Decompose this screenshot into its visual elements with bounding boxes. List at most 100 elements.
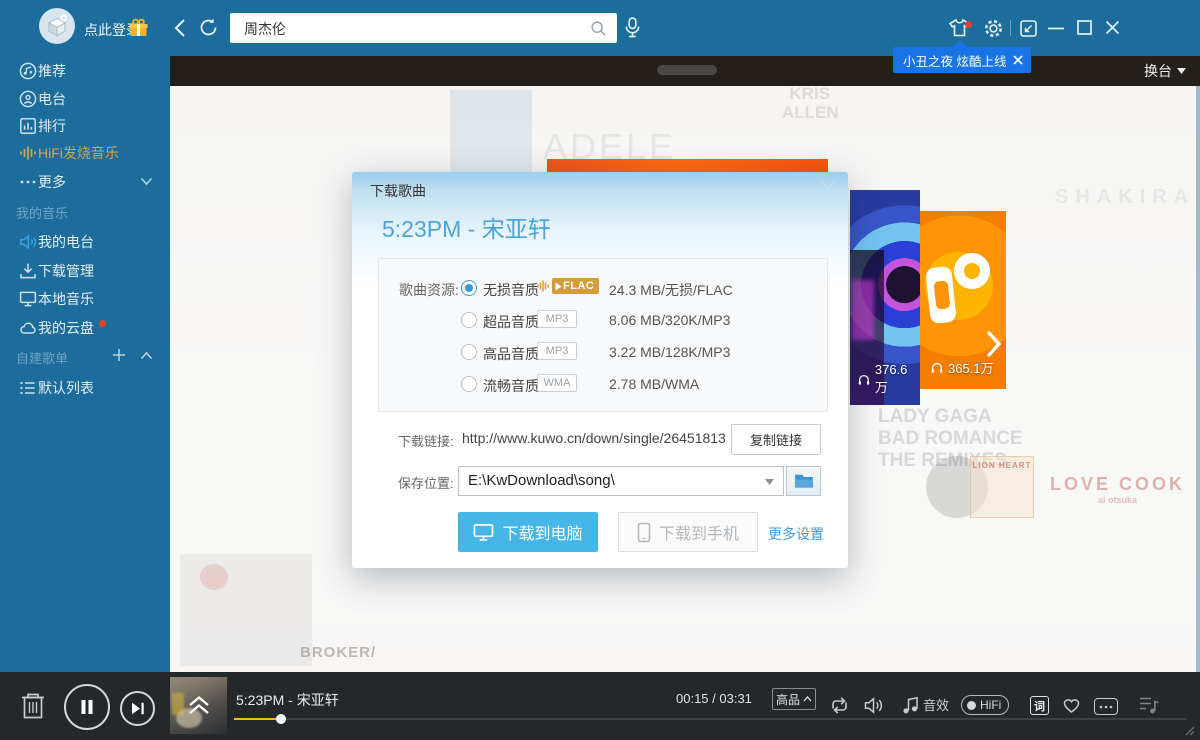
sidebar-item-label: 推荐: [38, 61, 66, 81]
collapse-playlists-icon[interactable]: [140, 351, 153, 360]
speaker-icon: [18, 232, 38, 252]
kuwo-logo[interactable]: [39, 8, 75, 44]
bg-text-broker: BROKER/: [300, 644, 376, 661]
resize-grip[interactable]: [1183, 724, 1195, 736]
download-to-pc-label: 下载到电脑: [502, 520, 582, 544]
playlist-icon: [18, 378, 38, 398]
station-card-pop[interactable]: 376.6万: [850, 190, 920, 405]
pause-button[interactable]: [64, 684, 110, 730]
radio-super[interactable]: [461, 312, 477, 328]
progress-handle[interactable]: [276, 714, 286, 724]
download-to-pc-button[interactable]: 下载到电脑: [458, 512, 598, 552]
skip-next-icon: [131, 702, 145, 715]
save-path-dropdown[interactable]: E:\KwDownload\song\: [458, 466, 784, 496]
mini-mode-icon[interactable]: [1019, 19, 1038, 38]
promo-banner[interactable]: [547, 159, 828, 172]
back-icon[interactable]: [173, 18, 186, 38]
bg-text-lovecook: LOVE COOK ai otsuka: [1050, 474, 1185, 505]
expand-player-icon[interactable]: [186, 692, 212, 718]
copy-link-button[interactable]: 复制链接: [731, 424, 821, 455]
play-icon: [555, 282, 562, 291]
progress-bar[interactable]: [234, 718, 1187, 720]
station-card-kuaishou[interactable]: 365.1万: [920, 211, 1006, 389]
sidebar-item-local-music[interactable]: 本地音乐: [0, 287, 170, 311]
microphone-icon[interactable]: [623, 16, 642, 40]
sidebar-item-radio[interactable]: 电台: [0, 87, 170, 111]
browse-folder-button[interactable]: [786, 466, 821, 496]
player-song-title: 5:23PM - 宋亚轩: [236, 690, 339, 710]
sidebar-item-label: 排行: [38, 116, 66, 136]
playlist-queue-icon[interactable]: [1138, 695, 1160, 716]
listen-count-value: 365.1万: [948, 358, 994, 377]
repeat-mode-icon[interactable]: [828, 695, 851, 716]
search-input[interactable]: [242, 17, 576, 41]
content-scrollbar[interactable]: [1196, 86, 1200, 672]
flac-badge: FLAC: [552, 278, 599, 294]
sidebar-item-hifi[interactable]: HiFi发烧音乐: [0, 141, 170, 165]
chevron-down-icon[interactable]: [140, 177, 153, 186]
headphones-icon: [930, 361, 944, 374]
hifi-toggle-dot: [967, 701, 976, 710]
folder-icon: [794, 473, 814, 489]
trash-icon[interactable]: [20, 691, 46, 721]
sidebar-section-my-music: 我的音乐: [16, 203, 68, 222]
hifi-toggle[interactable]: HiFi: [961, 695, 1009, 715]
sidebar-item-ranking[interactable]: 排行: [0, 114, 170, 138]
bg-text-gaga-line2: BAD ROMANCE: [878, 428, 1023, 450]
settings-gear-icon[interactable]: [983, 18, 1004, 39]
kuwo-music-window: ADELE KRIS ALLEN SHAKIRA LADY GAGA BAD R…: [0, 0, 1200, 740]
sidebar-item-label: 电台: [38, 89, 66, 109]
radio-icon: [18, 89, 38, 109]
lyrics-button[interactable]: 词: [1030, 696, 1049, 715]
music-box-icon: [44, 13, 70, 39]
bg-text-lionheart: LION HEART: [971, 461, 1033, 470]
next-station-arrow[interactable]: [985, 329, 1003, 359]
dialog-close-icon[interactable]: [821, 181, 835, 195]
drag-handle[interactable]: [657, 65, 717, 75]
quality-option-high: 高品音质 MP3 3.22 MB/128K/MP3: [379, 341, 827, 363]
sidebar-item-my-radio[interactable]: 我的电台: [0, 230, 170, 254]
sidebar-item-downloads[interactable]: 下载管理: [0, 259, 170, 283]
radio-smooth[interactable]: [461, 376, 477, 392]
sidebar-item-recommend[interactable]: 推荐: [0, 59, 170, 83]
now-playing-thumbnail[interactable]: [170, 677, 227, 734]
progress-fill: [234, 718, 282, 720]
more-settings-link[interactable]: 更多设置: [768, 524, 824, 544]
quality-option-lossless: 歌曲资源: 无损音质 FLAC 24.3 MB/无损/FLAC: [379, 277, 827, 299]
download-link-url: http://www.kuwo.cn/down/single/26451813: [462, 430, 726, 446]
gift-icon[interactable]: [128, 18, 149, 37]
change-station-label: 换台: [1144, 61, 1172, 81]
sidebar-item-more[interactable]: 更多: [0, 170, 170, 194]
bg-text-lovecook-line: LOVE COOK: [1050, 474, 1185, 495]
download-to-phone-button[interactable]: 下载到手机: [618, 512, 758, 552]
tooltip-close-icon[interactable]: [1013, 55, 1023, 65]
sound-effect-button[interactable]: 音效: [923, 695, 949, 714]
close-window-icon[interactable]: [1105, 20, 1120, 35]
caret-down-icon[interactable]: [765, 479, 774, 485]
quality-selector[interactable]: 高品: [772, 688, 816, 710]
minimize-icon[interactable]: [1048, 27, 1064, 30]
refresh-icon[interactable]: [198, 17, 219, 38]
ellipsis-icon: [18, 172, 38, 192]
change-station-button[interactable]: 换台: [1144, 61, 1186, 81]
mp3-badge: MP3: [537, 310, 577, 328]
maximize-icon[interactable]: [1077, 20, 1092, 35]
radio-high[interactable]: [461, 344, 477, 360]
sidebar-item-cloud-drive[interactable]: 我的云盘: [0, 316, 170, 340]
sidebar-item-default-playlist[interactable]: 默认列表: [0, 376, 170, 400]
add-playlist-icon[interactable]: [112, 348, 126, 362]
quality-option-smooth: 流畅音质 WMA 2.78 MB/WMA: [379, 373, 827, 395]
flac-eq-icon: [537, 279, 549, 293]
bg-text-lovecook-sub: ai otsuka: [1050, 495, 1185, 505]
recommend-icon: [18, 61, 38, 81]
music-note-icon[interactable]: [902, 696, 920, 715]
resource-label: 歌曲资源:: [399, 280, 459, 300]
sidebar: 推荐 电台 排行 HiFi发烧音乐: [0, 56, 170, 672]
next-button[interactable]: [120, 691, 155, 726]
more-options-button[interactable]: [1094, 698, 1118, 715]
favorite-heart-icon[interactable]: [1061, 695, 1082, 714]
radio-lossless[interactable]: [461, 280, 477, 296]
headphones-icon: [857, 373, 871, 386]
search-icon[interactable]: [590, 20, 607, 37]
volume-icon[interactable]: [863, 695, 884, 716]
